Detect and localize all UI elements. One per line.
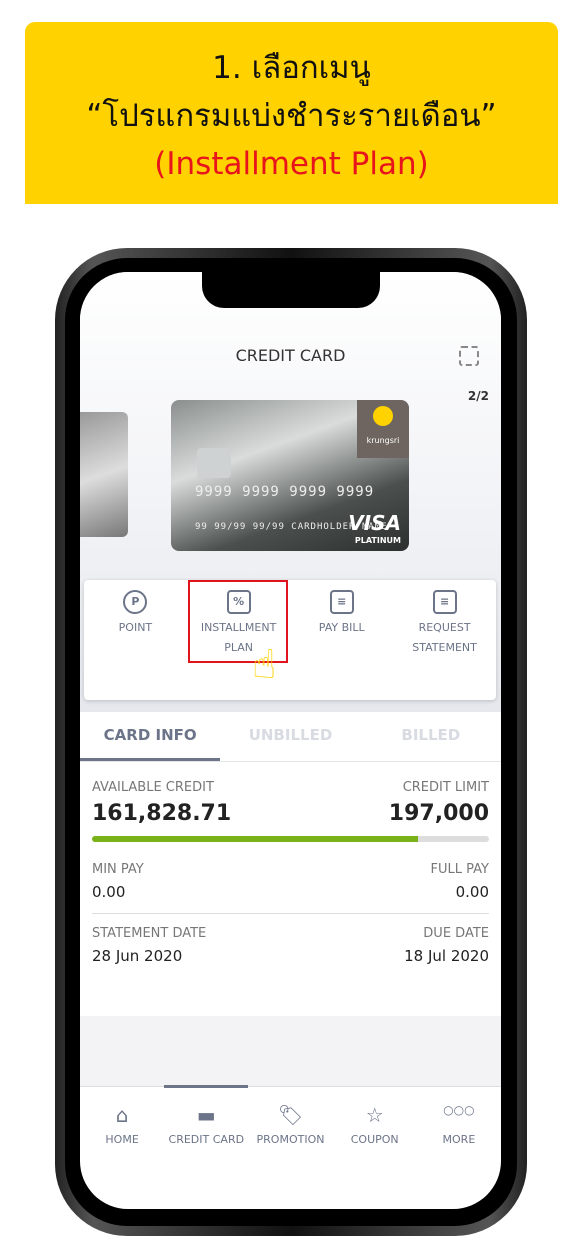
card-info: AVAILABLE CREDIT CREDIT LIMIT 161,828.71 1… [92, 780, 489, 965]
menu-request-statement[interactable]: ≡ REQUEST STATEMENT [393, 580, 496, 700]
phone-notch [202, 272, 380, 308]
document-icon: ≡ [432, 590, 457, 614]
nav-more[interactable]: ○○○ MORE [417, 1087, 501, 1209]
statement-date: 28 Jun 2020 [92, 947, 183, 965]
banner-line-1: 1. เลือกเมนู [212, 50, 371, 86]
nav-home[interactable]: ⌂ HOME [80, 1087, 164, 1209]
visa-logo: VISA PLATINUM [348, 511, 401, 545]
menu-point[interactable]: P POINT [84, 580, 187, 700]
full-pay: 0.00 [455, 883, 489, 901]
more-icon: ○○○ [443, 1103, 475, 1117]
info-tabs: CARD INFO UNBILLED BILLED [80, 712, 501, 762]
card-pager: 2/2 [467, 389, 489, 403]
credit-limit: 197,000 [388, 801, 489, 826]
credit-usage-bar [92, 836, 489, 842]
tap-hand-icon: ☝ [252, 642, 277, 688]
nav-coupon[interactable]: ☆ COUPON [333, 1087, 417, 1209]
card-number: 9999 9999 9999 9999 [195, 484, 375, 500]
due-date: 18 Jul 2020 [404, 947, 489, 965]
page-title: CREDIT CARD [235, 346, 346, 365]
chip-icon [197, 448, 231, 478]
instruction-banner: 1. เลือกเมนู “โปรแกรมแบ่งชำระรายเดือน” (… [25, 22, 558, 204]
card-menu: P POINT % INSTALLMENT PLAN ≡ PAY BILL ≡ REQU… [84, 580, 496, 700]
coupon-icon: ☆ [365, 1103, 384, 1127]
tab-unbilled[interactable]: UNBILLED [220, 712, 360, 761]
tag-icon: 🏷 [277, 1103, 304, 1127]
nav-promotion[interactable]: 🏷 PROMOTION [248, 1087, 332, 1209]
bottom-nav: ⌂ HOME ▬ CREDIT CARD 🏷 PROMOTION ☆ COUPON ○○… [80, 1085, 501, 1209]
home-icon: ⌂ [115, 1103, 129, 1127]
app-screen: CREDIT CARD 2/2 krungsri 9999 9999 9999 … [80, 272, 501, 1209]
credit-card-image[interactable]: krungsri 9999 9999 9999 9999 99 99/99 99… [171, 400, 409, 551]
point-icon: P [123, 590, 148, 614]
receipt-icon: ≡ [329, 590, 354, 614]
menu-pay-bill[interactable]: ≡ PAY BILL [290, 580, 393, 700]
tab-card-info[interactable]: CARD INFO [80, 712, 221, 761]
available-credit: 161,828.71 [92, 801, 232, 826]
nav-credit-card[interactable]: ▬ CREDIT CARD [164, 1085, 249, 1209]
banner-line-2: “โปรแกรมแบ่งชำระรายเดือน” [86, 98, 497, 134]
credit-card-icon: ▬ [196, 1103, 216, 1127]
previous-card[interactable] [80, 412, 128, 537]
krungsri-logo: krungsri [357, 400, 409, 458]
scan-icon[interactable] [459, 346, 479, 366]
banner-line-3: (Installment Plan) [154, 146, 429, 182]
tab-billed[interactable]: BILLED [361, 712, 501, 761]
min-pay: 0.00 [92, 883, 126, 901]
